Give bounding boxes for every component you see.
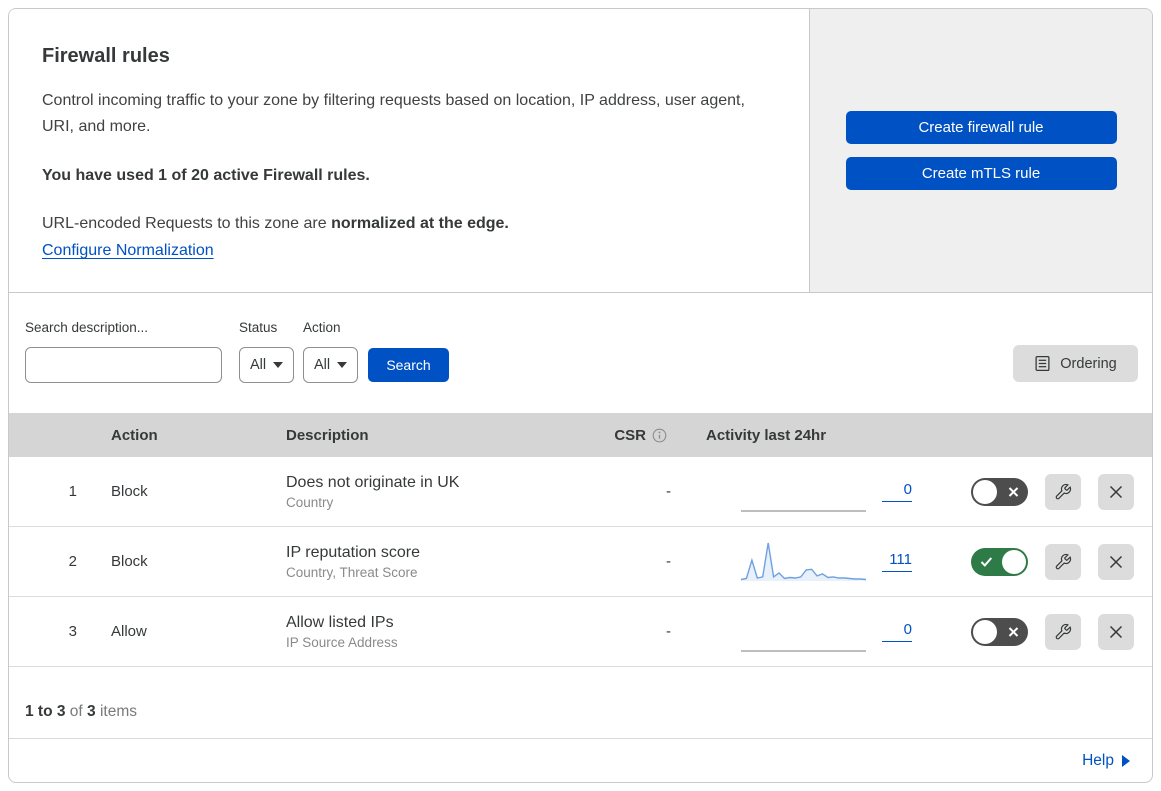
activity-count-link[interactable]: 0 — [882, 481, 912, 502]
chevron-down-icon — [273, 362, 284, 368]
action-label: Action — [303, 320, 341, 335]
close-icon — [1109, 485, 1123, 498]
rule-fields-text: Country, Threat Score — [286, 564, 418, 580]
pagination-of: of — [65, 703, 88, 720]
status-filter-dropdown[interactable]: All — [239, 347, 294, 383]
intro-card: Firewall rules Control incoming traffic … — [9, 9, 810, 292]
toggle-knob — [1002, 549, 1026, 574]
page-description: Control incoming traffic to your zone by… — [42, 92, 745, 135]
toggle-knob — [973, 619, 997, 644]
csr-column-header-label: CSR — [614, 426, 646, 444]
normalization-note-bold: normalized at the edge. — [331, 215, 509, 232]
action-filter-value: All — [313, 357, 331, 373]
pagination-summary: 1 to 3 of 3 items — [9, 667, 1152, 739]
activity-column-header: Activity last 24hr — [706, 426, 827, 444]
edit-rule-button[interactable] — [1045, 543, 1081, 580]
close-icon — [1008, 486, 1019, 497]
pagination-total: 3 — [87, 703, 96, 720]
activity-count-link[interactable]: 0 — [882, 621, 912, 642]
create-mtls-rule-button[interactable]: Create mTLS rule — [845, 157, 1117, 190]
wrench-icon — [1055, 623, 1072, 639]
rule-description-cell: Allow listed IPs IP Source Address — [286, 614, 546, 650]
action-column-header: Action — [111, 426, 158, 444]
wrench-icon — [1055, 483, 1072, 499]
rule-enabled-toggle[interactable] — [971, 547, 1028, 576]
configure-normalization-link[interactable]: Configure Normalization — [42, 242, 214, 259]
rules-table: Action Description CSR Activity last 24h… — [9, 413, 1152, 667]
delete-rule-button[interactable] — [1098, 613, 1134, 650]
search-box — [25, 347, 225, 383]
rule-description-cell: Does not originate in UK Country — [286, 474, 546, 510]
ordering-icon — [1035, 355, 1050, 372]
activity-sparkline — [740, 542, 867, 581]
delete-rule-button[interactable] — [1098, 473, 1134, 510]
edit-rule-button[interactable] — [1045, 613, 1081, 650]
csr-column-header: CSR — [546, 427, 681, 444]
rule-action: Block — [111, 483, 148, 500]
ordering-button-label: Ordering — [1060, 355, 1117, 372]
close-icon — [1008, 626, 1019, 637]
wrench-icon — [1055, 553, 1072, 569]
rule-description-text: Allow listed IPs — [286, 613, 394, 631]
help-arrow-icon — [1122, 754, 1130, 767]
activity-sparkline — [741, 649, 866, 652]
ordering-button[interactable]: Ordering — [1013, 345, 1138, 382]
rule-action: Allow — [111, 623, 147, 640]
rule-enabled-toggle[interactable] — [971, 617, 1028, 646]
rule-activity-cell: 111 — [681, 542, 924, 582]
search-button[interactable]: Search — [368, 348, 449, 382]
rule-action: Block — [111, 553, 148, 570]
activity-sparkline — [741, 509, 866, 512]
rule-description-text: IP reputation score — [286, 543, 421, 561]
rule-activity-cell: 0 — [681, 472, 924, 512]
firewall-rules-page: Firewall rules Control incoming traffic … — [8, 8, 1153, 783]
action-filter-dropdown[interactable]: All — [303, 347, 358, 383]
create-firewall-rule-button[interactable]: Create firewall rule — [845, 111, 1117, 144]
rule-fields-text: IP Source Address — [286, 634, 398, 650]
rule-enabled-toggle[interactable] — [971, 477, 1028, 506]
close-icon — [1109, 555, 1123, 568]
rule-priority: 1 — [68, 483, 77, 500]
description-column-header: Description — [286, 426, 369, 444]
filter-bar: Search description... Status Action All … — [9, 293, 1152, 413]
delete-rule-button[interactable] — [1098, 543, 1134, 580]
normalization-note-prefix: URL-encoded Requests to this zone are — [42, 215, 332, 232]
rule-priority: 2 — [68, 553, 77, 570]
activity-count-link[interactable]: 111 — [882, 551, 912, 572]
rule-controls — [924, 613, 1152, 650]
table-row: 1 Block Does not originate in UK Country… — [9, 457, 1152, 527]
edit-rule-button[interactable] — [1045, 473, 1081, 510]
rule-fields-text: Country — [286, 494, 334, 510]
cta-panel: Create firewall rule Create mTLS rule — [810, 9, 1152, 292]
rule-description-text: Does not originate in UK — [286, 473, 460, 491]
info-icon[interactable] — [652, 428, 667, 443]
help-row: Help — [9, 739, 1152, 782]
pagination-items: items — [95, 703, 137, 720]
rule-csr-value: - — [666, 553, 671, 570]
chevron-down-icon — [337, 362, 348, 368]
rule-description-cell: IP reputation score Country, Threat Scor… — [286, 544, 546, 580]
status-filter-value: All — [249, 357, 267, 373]
search-label: Search description... — [25, 320, 149, 335]
rule-activity-cell: 0 — [681, 612, 924, 652]
check-icon — [980, 556, 993, 567]
toggle-knob — [973, 479, 997, 504]
search-input[interactable] — [44, 348, 225, 382]
close-icon — [1109, 625, 1123, 638]
table-row: 2 Block IP reputation score Country, Thr… — [9, 527, 1152, 597]
table-row: 3 Allow Allow listed IPs IP Source Addre… — [9, 597, 1152, 667]
normalization-note: URL-encoded Requests to this zone are no… — [42, 215, 769, 233]
pagination-range: 1 to 3 — [25, 703, 66, 720]
help-link[interactable]: Help — [1082, 752, 1114, 770]
header-section: Firewall rules Control incoming traffic … — [9, 9, 1152, 293]
rule-controls — [924, 543, 1152, 580]
rule-controls — [924, 473, 1152, 510]
page-title: Firewall rules — [42, 45, 170, 67]
status-label: Status — [239, 320, 278, 335]
rule-priority: 3 — [68, 623, 77, 640]
usage-summary: You have used 1 of 20 active Firewall ru… — [42, 167, 370, 184]
rule-csr-value: - — [666, 483, 671, 500]
rule-csr-value: - — [666, 623, 671, 640]
table-header-row: Action Description CSR Activity last 24h… — [9, 413, 1152, 457]
